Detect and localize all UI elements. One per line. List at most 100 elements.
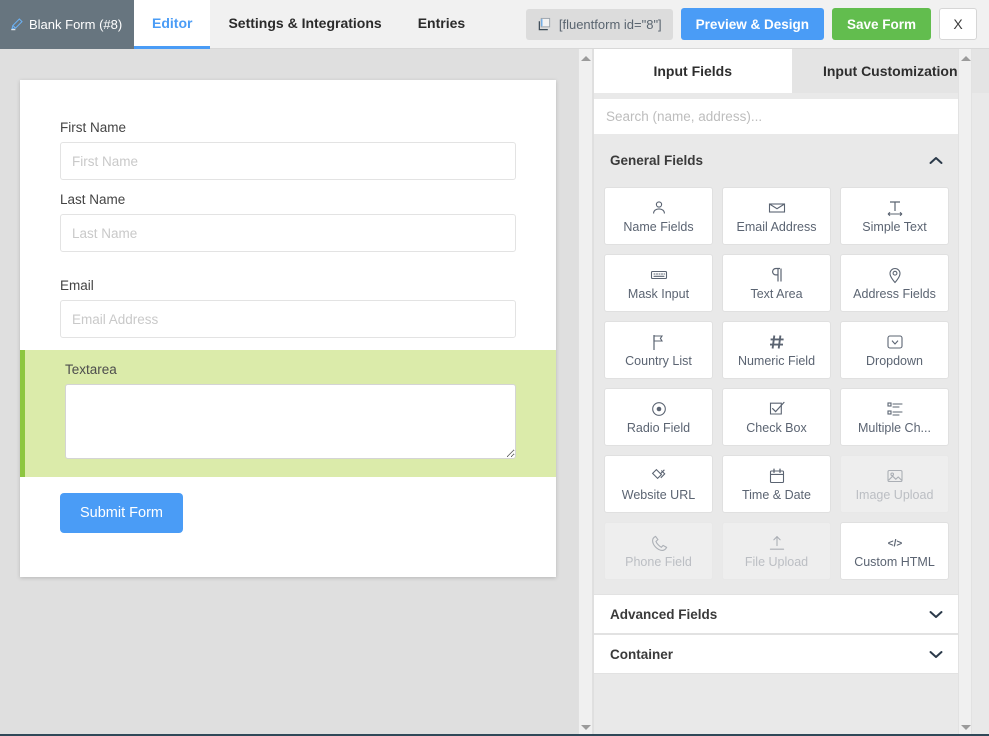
field-tile-numeric-field[interactable]: Numeric Field: [722, 321, 831, 379]
section-container-label: Container: [610, 646, 674, 662]
image-icon: [886, 467, 904, 485]
field-tile-file-upload: File Upload: [722, 522, 831, 580]
svg-text:</>: </>: [887, 538, 902, 549]
chevron-down-icon: [929, 610, 943, 619]
field-tile-label: Multiple Ch...: [858, 420, 931, 435]
pilcrow-icon: [768, 266, 786, 284]
pencil-icon: [10, 18, 23, 31]
submit-form-button[interactable]: Submit Form: [60, 493, 183, 533]
form-card: First Name Last Name Email Textarea Subm…: [20, 80, 556, 577]
app-header: Blank Form (#8) Editor Settings & Integr…: [0, 0, 989, 49]
tab-editor[interactable]: Editor: [134, 0, 211, 49]
section-advanced-fields-label: Advanced Fields: [610, 606, 718, 622]
field-tile-label: Simple Text: [862, 219, 927, 234]
shortcode-text: [fluentform id="8"]: [558, 16, 662, 32]
search-input[interactable]: [594, 99, 959, 134]
section-general-fields[interactable]: General Fields: [594, 141, 959, 179]
tab-input-fields[interactable]: Input Fields: [594, 49, 792, 93]
field-first-name-label: First Name: [60, 120, 127, 135]
form-title-tab[interactable]: Blank Form (#8): [0, 0, 134, 49]
tab-settings-integrations-label: Settings & Integrations: [228, 15, 382, 31]
flag-icon: [650, 333, 668, 351]
field-tile-label: Time & Date: [741, 487, 811, 502]
field-textarea-label: Textarea: [65, 362, 117, 377]
general-fields-grid: Name Fields Email Address Simple Text Mask …: [594, 179, 959, 594]
field-tile-address-fields[interactable]: Address Fields: [840, 254, 949, 312]
field-tile-country-list[interactable]: Country List: [604, 321, 713, 379]
field-tile-label: Name Fields: [623, 219, 694, 234]
first-name-input[interactable]: [60, 142, 516, 180]
field-tile-label: Address Fields: [853, 286, 936, 301]
field-tile-mask-input[interactable]: Mask Input: [604, 254, 713, 312]
tab-entries-label: Entries: [417, 15, 466, 31]
field-tile-radio-field[interactable]: Radio Field: [604, 388, 713, 446]
list-icon: [886, 400, 904, 418]
fields-panel: Input Fields Input Customization General…: [594, 49, 989, 736]
close-button[interactable]: X: [939, 8, 977, 40]
field-tile-website-url[interactable]: Website URL: [604, 455, 713, 513]
panel-scrollbar[interactable]: [958, 49, 972, 736]
tab-entries[interactable]: Entries: [400, 0, 483, 49]
main-nav-tabs: Editor Settings & Integrations Entries: [134, 0, 483, 49]
tab-settings-integrations[interactable]: Settings & Integrations: [210, 0, 399, 49]
field-tile-label: Phone Field: [625, 554, 692, 569]
preview-design-button[interactable]: Preview & Design: [680, 8, 824, 40]
textarea-input[interactable]: [65, 384, 516, 459]
field-tile-label: Country List: [625, 353, 692, 368]
user-icon: [650, 199, 668, 217]
form-body: First Name Last Name Email Textarea Subm…: [20, 80, 556, 533]
field-email[interactable]: Email: [60, 278, 516, 338]
field-last-name[interactable]: Last Name: [60, 192, 516, 252]
field-textarea-selected[interactable]: Textarea: [20, 350, 556, 477]
field-tile-label: Radio Field: [626, 420, 691, 435]
panel-tabs: Input Fields Input Customization: [594, 49, 989, 93]
last-name-input[interactable]: [60, 214, 516, 252]
field-email-label: Email: [60, 278, 94, 293]
code-icon: </>: [886, 534, 904, 552]
checkbox-icon: [768, 400, 786, 418]
radio-icon: [650, 400, 668, 418]
field-tile-label: Check Box: [746, 420, 807, 435]
form-title-label: Blank Form (#8): [29, 17, 123, 32]
field-tile-name-fields[interactable]: Name Fields: [604, 187, 713, 245]
field-tile-custom-html[interactable]: </> Custom HTML: [840, 522, 949, 580]
field-first-name[interactable]: First Name: [60, 120, 516, 180]
scroll-down-icon[interactable]: [579, 720, 592, 734]
field-tile-label: Text Area: [750, 286, 803, 301]
field-tile-label: Website URL: [621, 487, 696, 502]
dropdown-icon: [886, 333, 904, 351]
hash-icon: [768, 333, 786, 351]
field-tile-simple-text[interactable]: Simple Text: [840, 187, 949, 245]
form-preview-canvas: First Name Last Name Email Textarea Subm…: [0, 49, 578, 727]
field-tile-multiple-ch[interactable]: Multiple Ch...: [840, 388, 949, 446]
save-form-button[interactable]: Save Form: [831, 8, 931, 40]
field-tile-label: Email Address: [736, 219, 817, 234]
email-input[interactable]: [60, 300, 516, 338]
link-icon: [650, 467, 668, 485]
field-tile-dropdown[interactable]: Dropdown: [840, 321, 949, 379]
field-tile-label: Dropdown: [866, 353, 923, 368]
canvas-scrollbar[interactable]: [578, 49, 593, 736]
calendar-icon: [768, 467, 786, 485]
envelope-icon: [768, 199, 786, 217]
panel-scroll-up-icon[interactable]: [959, 51, 972, 65]
section-advanced-fields[interactable]: Advanced Fields: [594, 594, 959, 634]
field-tile-image-upload: Image Upload: [840, 455, 949, 513]
upload-icon: [768, 534, 786, 552]
field-tile-time-date[interactable]: Time & Date: [722, 455, 831, 513]
field-tile-label: Mask Input: [627, 286, 690, 301]
field-tile-phone-field: Phone Field: [604, 522, 713, 580]
field-tile-label: Custom HTML: [854, 554, 935, 569]
field-tile-email-address[interactable]: Email Address: [722, 187, 831, 245]
panel-scroll-down-icon[interactable]: [959, 720, 972, 734]
scroll-up-icon[interactable]: [579, 51, 592, 65]
field-tile-label: File Upload: [744, 554, 809, 569]
field-tile-label: Image Upload: [855, 487, 934, 502]
chevron-up-icon: [929, 156, 943, 165]
shortcode-box[interactable]: [fluentform id="8"]: [525, 8, 673, 40]
section-container[interactable]: Container: [594, 634, 959, 674]
copy-icon: [537, 17, 552, 32]
field-tile-text-area[interactable]: Text Area: [722, 254, 831, 312]
field-tile-check-box[interactable]: Check Box: [722, 388, 831, 446]
keyboard-icon: [650, 266, 668, 284]
